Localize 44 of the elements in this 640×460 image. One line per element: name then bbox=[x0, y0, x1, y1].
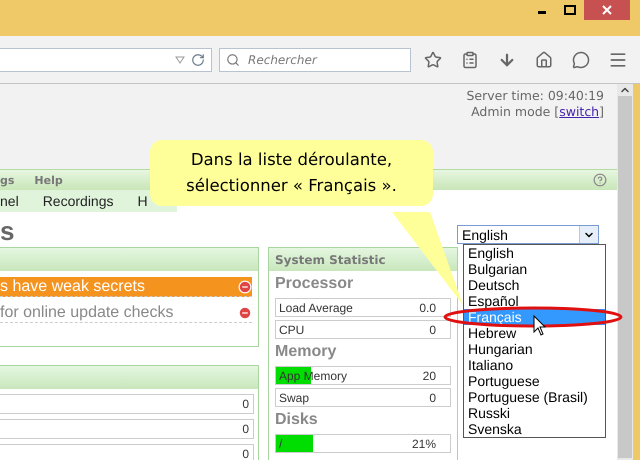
maximize-icon bbox=[564, 5, 576, 15]
stat-label: Swap bbox=[279, 390, 310, 404]
stat-value: 21% bbox=[412, 436, 436, 450]
stats-title: System Statistic bbox=[269, 248, 457, 271]
count-row: 0 bbox=[0, 394, 254, 414]
reload-icon[interactable] bbox=[191, 52, 205, 66]
stat-value: 0 bbox=[429, 390, 436, 404]
admin-mode-text: Admin mode [ bbox=[471, 104, 560, 119]
section-heading: Processor bbox=[275, 275, 354, 293]
count-row: 0 bbox=[0, 444, 254, 460]
page-title: s bbox=[0, 216, 14, 247]
bracket-text: ] bbox=[599, 104, 604, 119]
stat-label: Load Average bbox=[279, 300, 353, 314]
close-button[interactable] bbox=[584, 0, 630, 20]
stat-label: / bbox=[279, 436, 282, 450]
notice-text: for online update checks bbox=[0, 304, 174, 322]
switch-link[interactable]: switch bbox=[559, 104, 600, 119]
menu-item[interactable]: gs bbox=[0, 174, 14, 186]
notice-text: s have weak secrets bbox=[0, 278, 145, 296]
search-field[interactable]: Rechercher bbox=[219, 48, 411, 72]
scrollbar-thumb[interactable] bbox=[618, 96, 632, 458]
stat-value: 0.0 bbox=[419, 300, 436, 314]
callout-text: sélectionner « Français ». bbox=[186, 175, 397, 197]
submenu-item[interactable]: nel bbox=[0, 193, 19, 209]
dropdown-icon[interactable] bbox=[175, 56, 185, 64]
search-icon bbox=[226, 52, 240, 66]
callout-text: Dans la liste déroulante, bbox=[190, 149, 392, 171]
submenu-item[interactable]: H bbox=[138, 193, 148, 209]
close-icon bbox=[602, 5, 612, 15]
server-time: Server time: 09:40:19 bbox=[466, 88, 604, 104]
count-row: 0 bbox=[0, 419, 254, 439]
language-select[interactable]: English bbox=[457, 225, 599, 244]
remove-icon[interactable] bbox=[238, 280, 252, 294]
remove-icon[interactable] bbox=[238, 306, 252, 320]
help-icon[interactable] bbox=[593, 173, 607, 187]
address-field[interactable] bbox=[0, 48, 212, 72]
cursor-icon bbox=[534, 314, 546, 336]
stat-label: CPU bbox=[279, 322, 304, 336]
section-heading: Disks bbox=[275, 411, 319, 429]
stat-value: 0 bbox=[429, 322, 436, 336]
stat-value: 20 bbox=[422, 368, 436, 382]
submenu-item[interactable]: Recordings bbox=[42, 193, 114, 209]
menu-item[interactable]: Help bbox=[34, 174, 63, 186]
section-heading: Memory bbox=[275, 343, 338, 361]
